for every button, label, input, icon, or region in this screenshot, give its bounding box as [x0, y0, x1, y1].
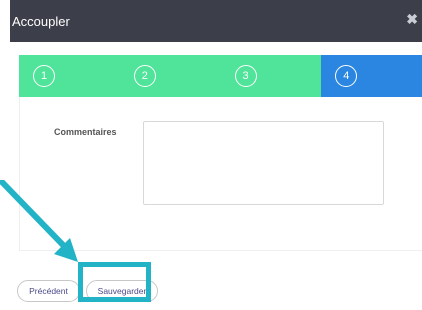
dialog-title: Accoupler [12, 13, 70, 29]
step-4[interactable]: 4 [321, 55, 422, 97]
dialog-header: Accoupler ✖ [10, 0, 422, 42]
step-number: 2 [133, 65, 156, 87]
commentaires-label: Commentaires [54, 127, 117, 137]
step-number: 3 [234, 65, 257, 87]
previous-button[interactable]: Précédent [17, 280, 80, 302]
step-3[interactable]: 3 [220, 55, 322, 97]
stepper: 1 2 3 4 [19, 55, 422, 97]
commentaires-textarea[interactable] [143, 121, 384, 205]
arrow-icon [0, 180, 78, 262]
step-number: 4 [335, 65, 358, 87]
highlight-box [78, 262, 151, 302]
step-2[interactable]: 2 [119, 55, 221, 97]
step-number: 1 [33, 65, 55, 87]
step-1[interactable]: 1 [19, 55, 120, 97]
close-icon[interactable]: ✖ [406, 12, 418, 26]
